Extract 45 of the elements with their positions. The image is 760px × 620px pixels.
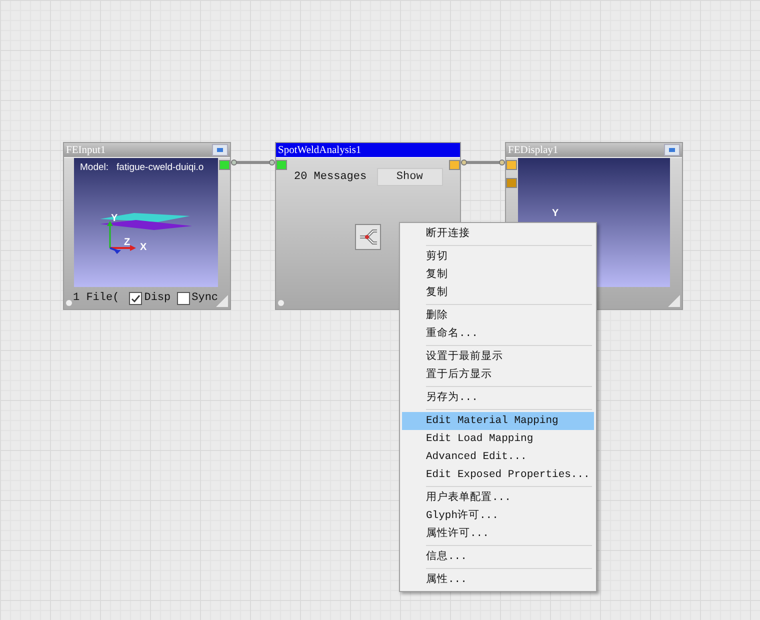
menu-item[interactable]: 信息... (402, 548, 594, 566)
spot-weld-icon[interactable] (355, 224, 381, 250)
axis-label: Z (124, 237, 130, 248)
file-count: 1 File( (73, 292, 120, 304)
axis-label: Y (552, 208, 559, 219)
show-button[interactable]: Show (376, 168, 443, 186)
checkmark-icon (130, 292, 142, 304)
port-icon[interactable] (506, 160, 517, 170)
port-icon[interactable] (449, 160, 460, 170)
model-name: fatigue-cweld-duiqi.o (116, 162, 204, 173)
checkbox-label[interactable]: Disp (144, 292, 171, 304)
menu-item[interactable]: 属性许可... (402, 525, 594, 543)
connector-line (231, 160, 275, 166)
menu-item[interactable]: 用户表单配置... (402, 489, 594, 507)
resize-grip-icon[interactable] (668, 295, 680, 307)
message-count: 20 Messages (294, 171, 367, 183)
menu-item[interactable]: Edit Load Mapping (402, 430, 594, 448)
menu-item[interactable]: 属性... (402, 571, 594, 589)
axes-drawing (107, 221, 136, 254)
window-icon[interactable] (664, 144, 680, 156)
menu-item[interactable]: 重命名... (402, 325, 594, 343)
menu-item[interactable]: 设置于最前显示 (402, 348, 594, 366)
menu-item[interactable]: Glyph许可... (402, 507, 594, 525)
node-panel[interactable]: FEInput1 Model: fatigue-cweld-duiqi.o Y Z X 1 File( Disp Sync (63, 142, 231, 310)
axis-label: X (140, 242, 147, 253)
menu-item[interactable]: Edit Material Mapping (402, 412, 594, 430)
port-icon[interactable] (219, 160, 230, 170)
menu-item[interactable]: Advanced Edit... (402, 448, 594, 466)
port-icon[interactable] (506, 178, 517, 188)
checkbox-label[interactable]: Sync (192, 292, 218, 304)
connector-line (461, 160, 505, 166)
status-dot-icon (278, 300, 284, 306)
menu-item[interactable]: 删除 (402, 307, 594, 325)
model-label: Model: (80, 162, 109, 173)
node-title[interactable]: SpotWeldAnalysis1 (276, 143, 460, 158)
menu-item[interactable]: Edit Exposed Properties... (402, 466, 594, 484)
window-icon[interactable] (212, 144, 228, 156)
checkbox[interactable] (129, 292, 142, 304)
port-icon[interactable] (276, 160, 287, 170)
menu-item[interactable]: 置于后方显示 (402, 366, 594, 384)
checkbox[interactable] (176, 292, 190, 304)
status-dot-icon (66, 300, 72, 306)
menu-item[interactable]: 另存为... (402, 389, 594, 407)
axis-label: Y (111, 213, 118, 224)
resize-grip-icon[interactable] (216, 295, 228, 307)
